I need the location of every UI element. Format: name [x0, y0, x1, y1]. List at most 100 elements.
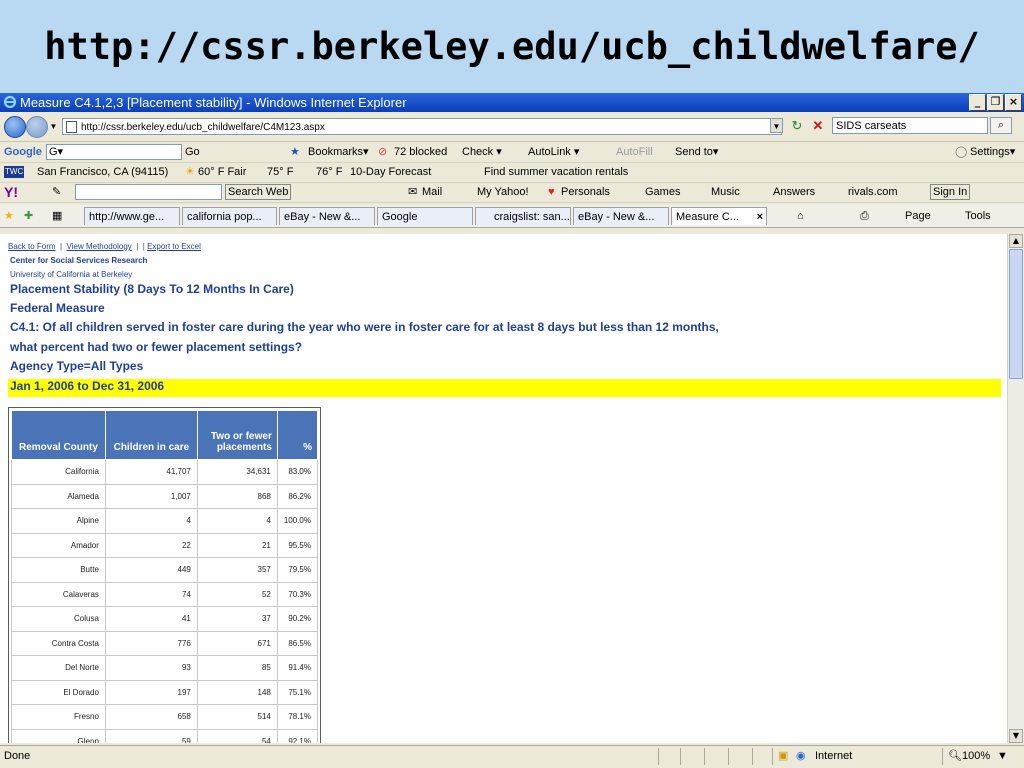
status-bar: Done ▣ ◉ Internet 🔍︎ 100% ▼: [0, 745, 1024, 768]
agency-type: Agency Type=All Types: [10, 359, 144, 373]
mail-icon: ✉: [408, 186, 418, 198]
search-web-button[interactable]: Search Web: [225, 184, 292, 200]
methodology-link[interactable]: View Methodology: [67, 242, 132, 251]
tab-1[interactable]: http://www.ge...: [84, 207, 180, 225]
cell-percent: 86.5%: [276, 630, 319, 656]
refresh-icon[interactable]: ↻: [789, 118, 805, 134]
weather-temp-1[interactable]: 75° F: [267, 163, 293, 182]
restore-button[interactable]: ❐: [987, 94, 1004, 111]
zoom-dropdown-icon[interactable]: ▼: [997, 746, 1008, 766]
cell-placements: 4: [196, 508, 278, 534]
go-button[interactable]: Go: [185, 143, 200, 162]
rivals-button[interactable]: rivals.com: [848, 183, 898, 202]
cell-placements: 357: [196, 557, 278, 583]
url-dropdown-icon[interactable]: ▼: [770, 118, 783, 133]
back-to-form-link[interactable]: Back to Form: [8, 242, 56, 251]
url-field[interactable]: http://cssr.berkeley.edu/ucb_childwelfar…: [62, 118, 782, 135]
col-header-placements[interactable]: Two or fewer placements: [196, 410, 278, 460]
google-toolbar: Google G▾ Go ★ Bookmarks▾ ⊘ 72 blocked C…: [0, 143, 1024, 163]
tab-5[interactable]: craigslist: san...: [475, 207, 571, 225]
cell-percent: 95.5%: [276, 532, 319, 558]
cell-children: 74: [104, 581, 198, 607]
weather-temp-2[interactable]: 76° F: [316, 163, 342, 182]
blocked-count[interactable]: 72 blocked: [394, 143, 447, 162]
org-university: University of California at Berkeley: [10, 270, 133, 279]
print-icon[interactable]: ⎙: [860, 205, 869, 227]
cell-children: 59: [104, 728, 198, 743]
search-icon[interactable]: ⌕: [990, 117, 1012, 134]
spellcheck-button[interactable]: Check ▾: [462, 143, 502, 162]
cell-county: Calaveras: [11, 581, 106, 607]
mail-button[interactable]: Mail: [422, 183, 442, 202]
title-bar: Measure C4.1,2,3 [Placement stability] -…: [0, 93, 1024, 112]
export-excel-link[interactable]: Export to Excel: [147, 242, 201, 251]
cell-county: Colusa: [11, 606, 106, 632]
cell-percent: 86.2%: [276, 483, 319, 509]
tab-2[interactable]: california pop...: [182, 207, 277, 225]
autofill-button[interactable]: AutoFill: [616, 143, 653, 162]
sendto-button[interactable]: Send to▾: [675, 143, 718, 162]
cell-county: Alpine: [11, 508, 106, 534]
minimize-button[interactable]: _: [969, 94, 986, 111]
personals-button[interactable]: Personals: [561, 183, 610, 202]
cell-placements: 34,631: [196, 459, 278, 485]
cell-children: 449: [104, 557, 198, 583]
sign-in-button[interactable]: Sign In: [930, 184, 971, 200]
zoom-level[interactable]: 100%: [962, 746, 990, 766]
yahoo-logo: Y!: [4, 184, 18, 200]
cell-placements: 868: [196, 483, 278, 509]
forecast-link[interactable]: 10-Day Forecast: [350, 163, 431, 182]
cell-county: El Dorado: [11, 679, 106, 705]
cell-county: Glenn: [11, 728, 106, 743]
twc-logo: TWC: [4, 166, 25, 178]
table-row: Calaveras 74 52 70.3%: [11, 581, 319, 607]
tab-3[interactable]: eBay - New &...: [279, 207, 375, 225]
yahoo-search-input[interactable]: [75, 184, 222, 200]
search-input[interactable]: SIDS carseats: [832, 117, 988, 134]
tab-bar: ★ ✚ ▦ http://www.ge... california pop...…: [0, 205, 1024, 228]
col-header-percent[interactable]: %: [276, 410, 319, 460]
google-search-input[interactable]: G▾: [46, 144, 182, 160]
scroll-up-icon[interactable]: ▲: [1009, 234, 1023, 248]
vertical-scrollbar[interactable]: ▲ ▼: [1007, 234, 1024, 743]
vacation-link[interactable]: Find summer vacation rentals: [484, 163, 628, 182]
favorites-star-icon[interactable]: ★: [4, 205, 14, 227]
tab-6[interactable]: eBay - New &...: [573, 207, 669, 225]
settings-button[interactable]: Settings▾: [970, 143, 1015, 162]
history-dropdown-icon[interactable]: ▼: [47, 119, 60, 134]
table-row: Colusa 41 37 90.2%: [11, 606, 319, 632]
back-button[interactable]: [4, 116, 26, 138]
cell-placements: 671: [196, 630, 278, 656]
games-button[interactable]: Games: [645, 183, 680, 202]
cell-county: Fresno: [11, 704, 106, 730]
tab-close-icon[interactable]: ×: [757, 208, 763, 225]
col-header-county[interactable]: Removal County: [11, 410, 106, 460]
tab-4[interactable]: Google: [377, 207, 473, 225]
quick-tabs-icon[interactable]: ▦: [52, 205, 62, 227]
my-yahoo-button[interactable]: My Yahoo!: [477, 183, 529, 202]
bookmarks-button[interactable]: Bookmarks▾: [308, 143, 369, 162]
answers-button[interactable]: Answers: [773, 183, 815, 202]
stop-icon[interactable]: ✕: [810, 118, 826, 134]
location-dropdown[interactable]: San Francisco, CA (94115): [37, 163, 168, 182]
close-button[interactable]: ×: [1005, 94, 1022, 111]
cell-children: 4: [104, 508, 198, 534]
scroll-thumb[interactable]: [1009, 249, 1023, 379]
lock-icon: ▣: [778, 750, 789, 762]
scroll-down-icon[interactable]: ▼: [1009, 729, 1023, 743]
cell-percent: 83.0%: [276, 459, 319, 485]
add-favorite-icon[interactable]: ✚: [24, 205, 33, 227]
weather-fair[interactable]: 60° F Fair: [198, 163, 246, 182]
table-row: Butte 449 357 79.5%: [11, 557, 319, 583]
home-icon[interactable]: ⌂: [797, 205, 804, 227]
forward-button[interactable]: [26, 116, 48, 138]
cell-children: 93: [104, 655, 198, 681]
col-header-children[interactable]: Children in care: [104, 410, 198, 460]
table-body: California 41,707 34,631 83.0% Alameda 1,007 8…: [11, 459, 319, 743]
tools-menu[interactable]: Tools: [965, 205, 991, 227]
page-menu[interactable]: Page: [905, 205, 931, 227]
autolink-button[interactable]: AutoLink ▾: [528, 143, 579, 162]
tab-7[interactable]: Measure C... ×: [671, 207, 767, 225]
date-range: Jan 1, 2006 to Dec 31, 2006: [10, 379, 165, 393]
music-button[interactable]: Music: [711, 183, 740, 202]
